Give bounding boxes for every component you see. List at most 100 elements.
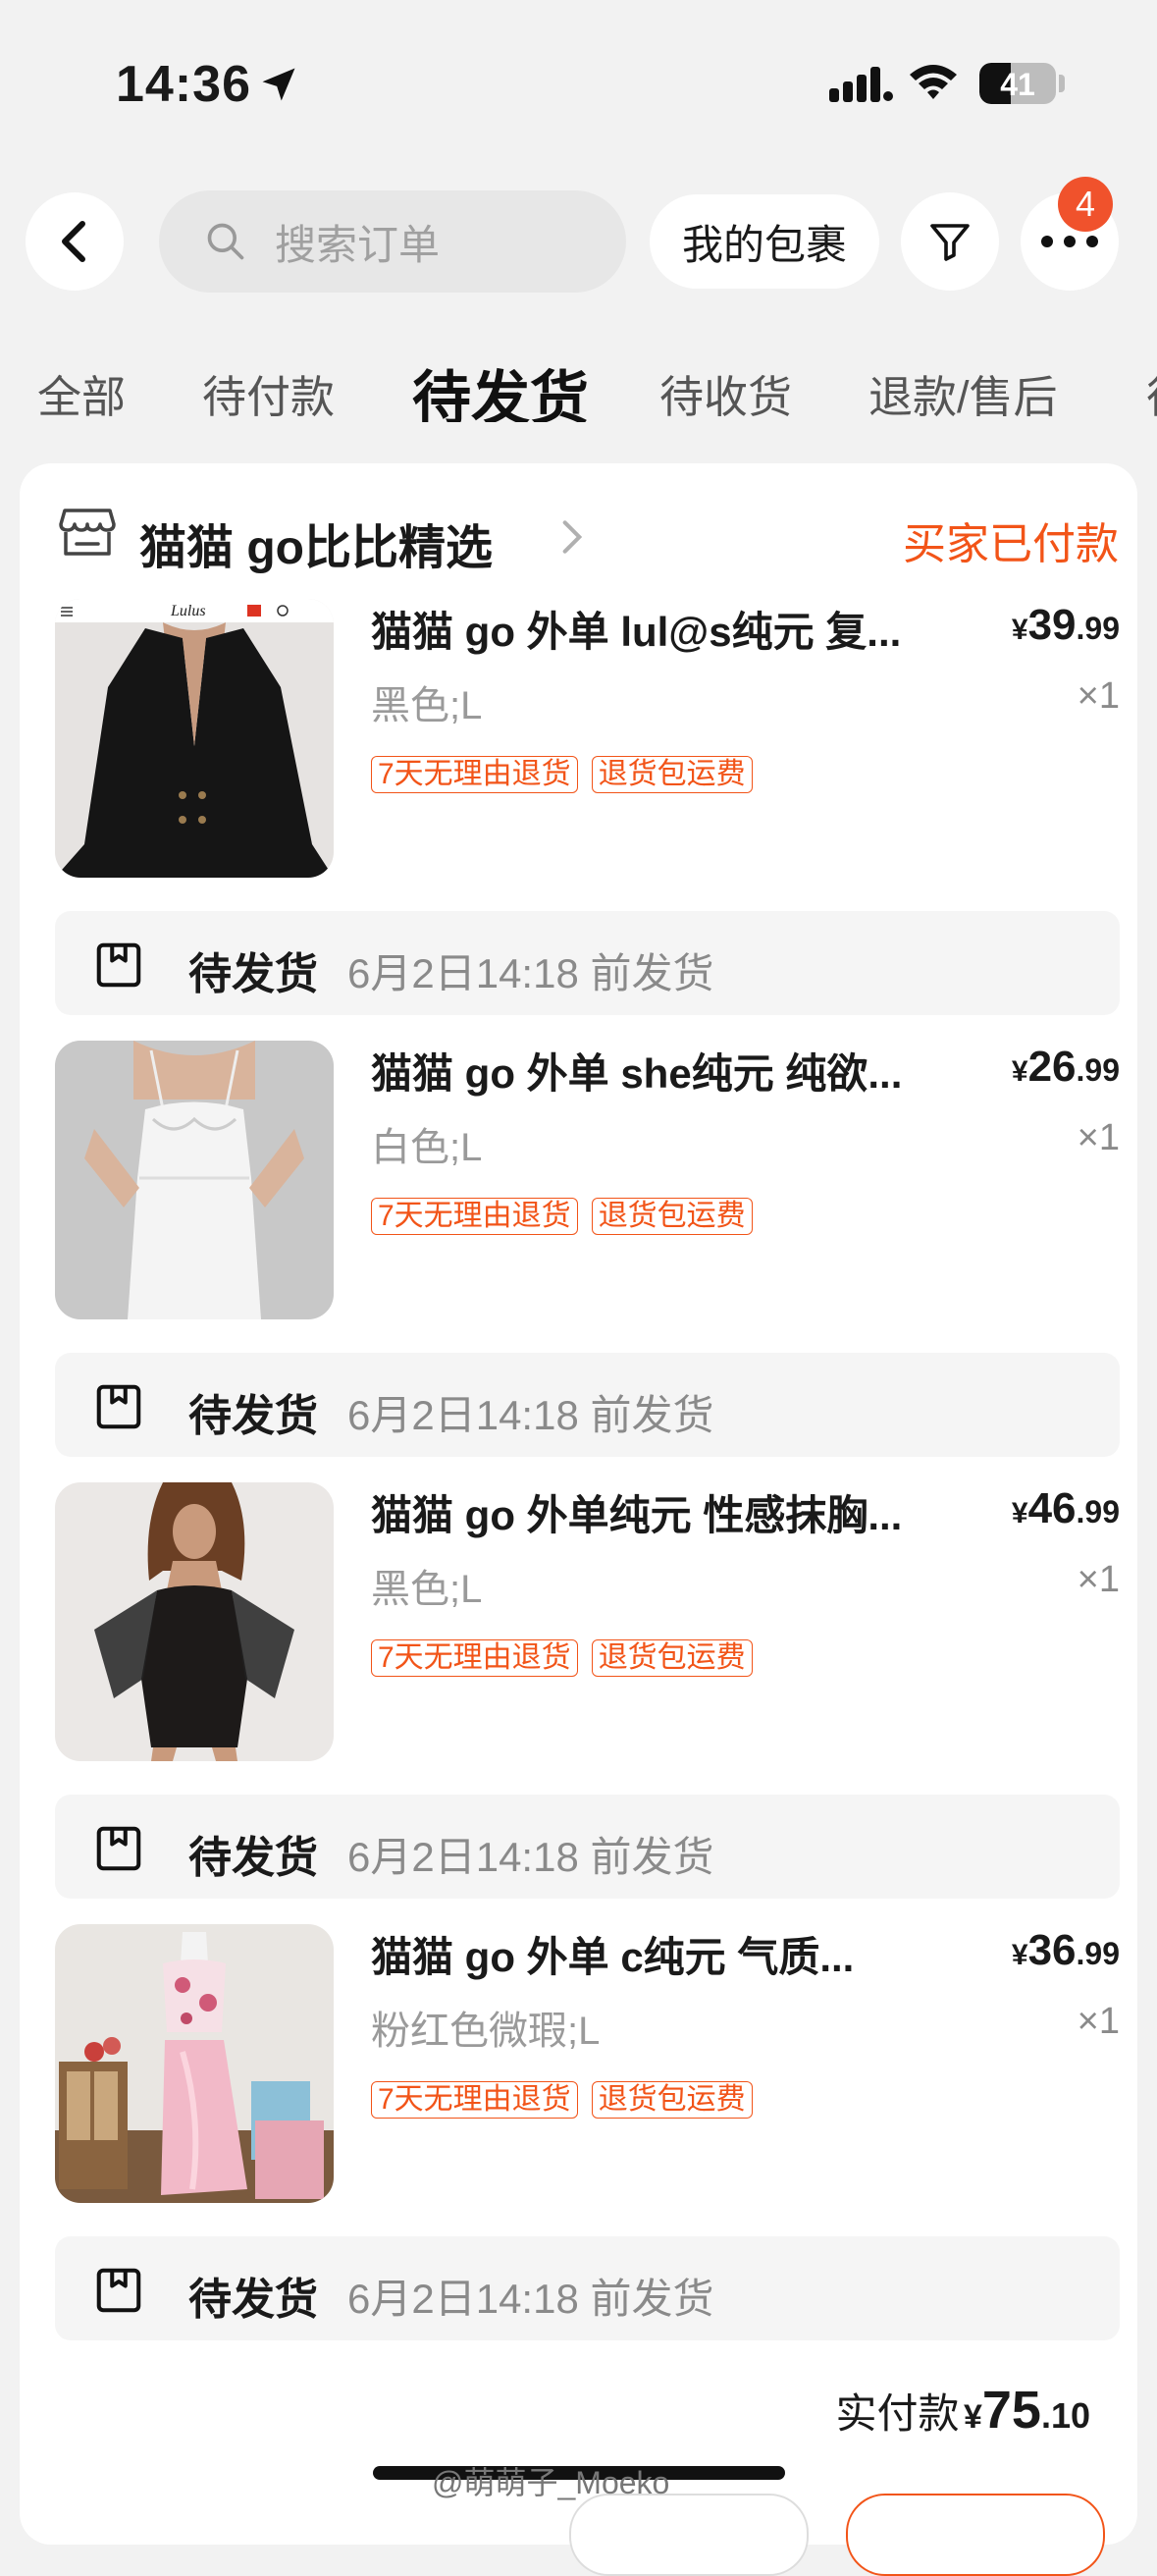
product-price: ¥46.99	[1012, 1484, 1120, 1533]
price-decimal: .99	[1076, 611, 1120, 646]
shipping-deadline: 6月2日14:18 前发货	[347, 1834, 714, 1880]
product-quantity: ×1	[1077, 675, 1120, 717]
battery-tip	[1059, 75, 1065, 92]
shop-name[interactable]: 猫猫 go比比精选	[139, 509, 493, 577]
package-icon	[96, 2268, 141, 2313]
package-icon	[96, 942, 141, 988]
search-icon	[207, 223, 244, 260]
chevron-right-icon	[562, 520, 583, 554]
shipping-status-bar: 待发货 6月2日14:18 前发货	[55, 2236, 1120, 2340]
product-title[interactable]: 猫猫 go 外单 c纯元 气质...	[371, 1924, 940, 1984]
order-primary-action-button[interactable]	[846, 2494, 1105, 2576]
price-integer: 36	[1027, 1926, 1077, 1974]
order-item[interactable]: 猫猫 go 外单 she纯元 纯欲... ¥26.99 白色;L ×1 7天无理…	[55, 1041, 1120, 1319]
tab-pending-shipment[interactable]: 待发货	[412, 353, 589, 422]
total-integer: 75	[981, 2381, 1041, 2440]
shipping-status-bar: 待发货 6月2日14:18 前发货	[55, 911, 1120, 1015]
total-currency: ¥	[963, 2398, 982, 2436]
product-quantity: ×1	[1077, 2001, 1120, 2042]
product-variant: 黑色;L	[371, 684, 483, 727]
price-currency: ¥	[1011, 1055, 1028, 1088]
service-tags: 7天无理由退货 退货包运费	[371, 756, 766, 793]
tag-7day-return: 7天无理由退货	[371, 756, 578, 793]
product-title[interactable]: 猫猫 go 外单 lul@s纯元 复...	[371, 599, 940, 659]
order-tabs: 全部 待付款 待发货 待收货 退款/售后 待	[0, 353, 1157, 422]
price-integer: 46	[1027, 1484, 1077, 1532]
wifi-icon	[910, 65, 957, 99]
product-title[interactable]: 猫猫 go 外单 she纯元 纯欲...	[371, 1041, 940, 1100]
shipping-status: 待发货	[188, 1392, 318, 1440]
shipping-status: 待发货	[188, 2276, 318, 2324]
product-variant: 黑色;L	[371, 1568, 483, 1611]
tag-7day-return: 7天无理由退货	[371, 1198, 578, 1235]
tag-free-return-shipping: 退货包运费	[591, 1639, 753, 1677]
price-integer: 26	[1027, 1043, 1077, 1091]
product-image[interactable]	[55, 1041, 334, 1319]
shop-icon	[59, 509, 116, 556]
order-card[interactable]: 猫猫 go比比精选 买家已付款 Lulus 猫猫 go 外单 lul@s纯元 复…	[20, 463, 1137, 2545]
service-tags: 7天无理由退货 退货包运费	[371, 1639, 766, 1677]
service-tags: 7天无理由退货 退货包运费	[371, 2081, 766, 2119]
order-item[interactable]: 猫猫 go 外单纯元 性感抹胸... ¥46.99 黑色;L ×1 7天无理由退…	[55, 1482, 1120, 1761]
price-integer: 39	[1027, 601, 1077, 649]
tag-free-return-shipping: 退货包运费	[591, 756, 753, 793]
search-placeholder: 搜索订单	[275, 221, 441, 268]
order-item[interactable]: Lulus 猫猫 go 外单 lul@s纯元 复... ¥39.99 黑色;L …	[55, 599, 1120, 878]
total-decimal: .10	[1040, 2395, 1090, 2436]
price-decimal: .99	[1076, 1494, 1120, 1530]
product-price: ¥26.99	[1012, 1043, 1120, 1092]
tag-free-return-shipping: 退货包运费	[591, 2081, 753, 2119]
order-status: 买家已付款	[903, 520, 1119, 568]
price-decimal: .99	[1076, 1052, 1120, 1088]
tag-7day-return: 7天无理由退货	[371, 1639, 578, 1677]
status-bar: 14:36 41	[0, 0, 1157, 167]
shipping-status: 待发货	[188, 1834, 318, 1882]
tab-refund-aftersale[interactable]: 退款/售后	[868, 361, 1058, 422]
price-currency: ¥	[1011, 1939, 1028, 1971]
filter-button[interactable]	[901, 192, 999, 291]
my-packages-button[interactable]: 我的包裹	[650, 194, 879, 289]
shipping-status-bar: 待发货 6月2日14:18 前发货	[55, 1795, 1120, 1899]
tab-all[interactable]: 全部	[37, 361, 126, 422]
shipping-deadline: 6月2日14:18 前发货	[347, 950, 714, 996]
price-decimal: .99	[1076, 1936, 1120, 1971]
notification-badge: 4	[1058, 177, 1113, 232]
filter-icon	[930, 224, 970, 261]
tab-overflow[interactable]: 待	[1146, 361, 1157, 422]
more-dots-icon	[1041, 236, 1098, 247]
shipping-deadline: 6月2日14:18 前发货	[347, 2276, 714, 2322]
product-price: ¥36.99	[1012, 1926, 1120, 1975]
battery-percent: 41	[1000, 67, 1035, 102]
tab-pending-payment[interactable]: 待付款	[202, 361, 335, 422]
product-variant: 白色;L	[371, 1126, 483, 1169]
back-button[interactable]	[26, 192, 124, 291]
service-tags: 7天无理由退货 退货包运费	[371, 1198, 766, 1235]
product-image[interactable]: Lulus	[55, 599, 334, 878]
shipping-status: 待发货	[188, 950, 318, 998]
cellular-signal-icon	[829, 67, 893, 102]
product-price: ¥39.99	[1012, 601, 1120, 650]
product-quantity: ×1	[1077, 1559, 1120, 1600]
package-icon	[96, 1826, 141, 1871]
battery-icon: 41	[979, 63, 1056, 104]
watermark: @萌萌子_Moeko	[432, 2465, 670, 2500]
product-image[interactable]	[55, 1482, 334, 1761]
tab-pending-receipt[interactable]: 待收货	[659, 361, 792, 422]
package-icon	[96, 1384, 141, 1429]
price-currency: ¥	[1011, 1497, 1028, 1530]
product-quantity: ×1	[1077, 1117, 1120, 1158]
location-arrow-icon	[262, 68, 295, 101]
shop-header[interactable]: 猫猫 go比比精选 买家已付款	[59, 497, 1119, 574]
product-image[interactable]	[55, 1924, 334, 2203]
order-total: 实付款 ¥75.10	[835, 2380, 1090, 2441]
tag-7day-return: 7天无理由退货	[371, 2081, 578, 2119]
status-time: 14:36	[116, 56, 251, 113]
order-item[interactable]: 猫猫 go 外单 c纯元 气质... ¥36.99 粉红色微瑕;L ×1 7天无…	[55, 1924, 1120, 2203]
product-title[interactable]: 猫猫 go 外单纯元 性感抹胸...	[371, 1482, 940, 1542]
search-input[interactable]: 搜索订单	[159, 190, 626, 293]
shipping-deadline: 6月2日14:18 前发货	[347, 1392, 714, 1438]
chevron-left-icon	[62, 221, 85, 262]
order-action-button[interactable]	[569, 2494, 809, 2576]
price-currency: ¥	[1011, 614, 1028, 646]
product-variant: 粉红色微瑕;L	[371, 2010, 601, 2053]
